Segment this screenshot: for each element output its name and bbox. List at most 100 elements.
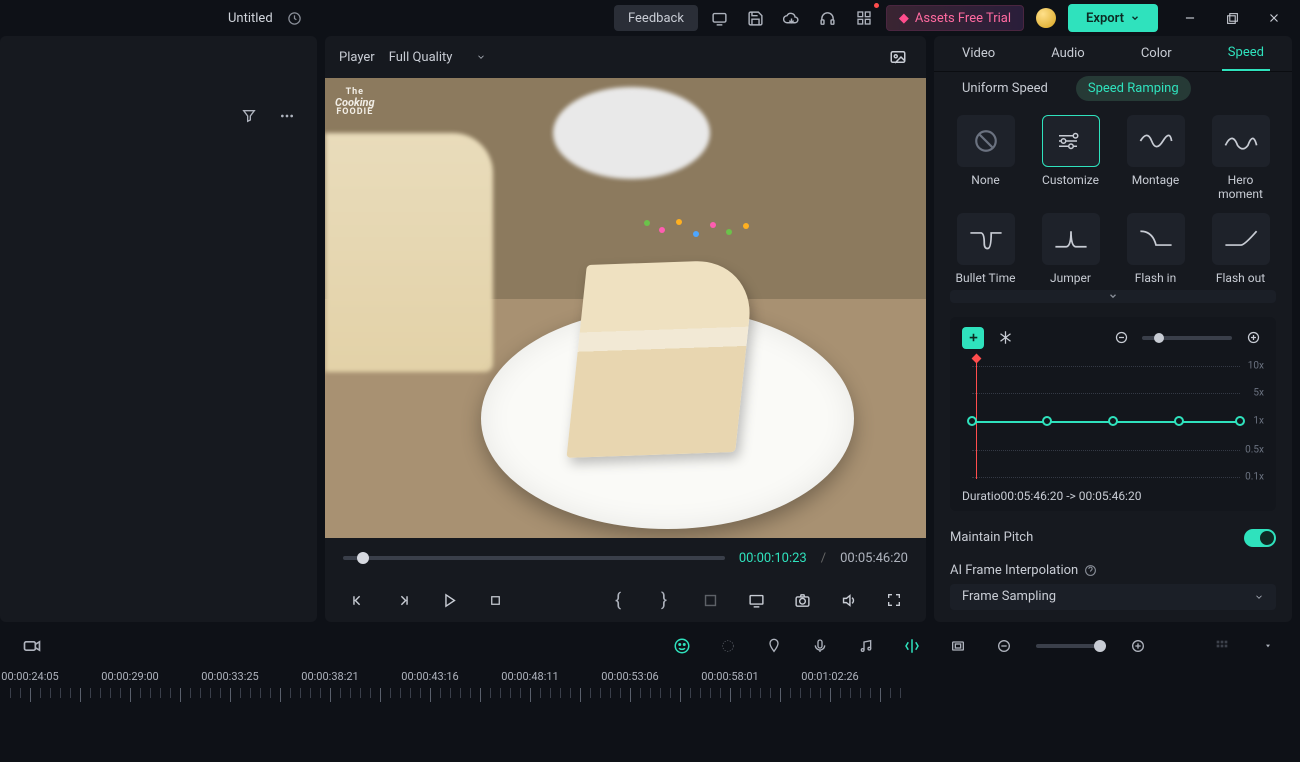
preset-label: Jumper [1050,271,1091,285]
chevron-down-icon [1254,592,1264,602]
zoom-in-timeline-button[interactable] [1124,632,1152,660]
cloud-icon[interactable] [778,4,806,32]
globe-icon[interactable] [1032,4,1060,32]
zoom-out-graph-button[interactable] [1110,327,1132,349]
timestamp: 00:00:43:16 [401,670,458,683]
crop-icon[interactable] [696,586,724,614]
marker-icon[interactable] [760,632,788,660]
mark-out-icon[interactable]: } [650,586,678,614]
preset-label: Flash out [1216,271,1265,285]
timestamp: 00:00:58:01 [701,670,758,683]
stop-button[interactable] [481,586,509,614]
project-title: Untitled [228,11,273,26]
help-icon[interactable] [1084,564,1097,577]
save-icon[interactable] [742,4,770,32]
freeze-frame-button[interactable] [994,327,1016,349]
preset-flash-out[interactable]: Flash out [1205,213,1276,285]
maintain-pitch-label: Maintain Pitch [950,530,1033,545]
tab-audio[interactable]: Audio [1045,36,1090,71]
player-label: Player [339,50,375,65]
preset-label: None [971,173,999,187]
mic-icon[interactable] [806,632,834,660]
ai-face-icon[interactable] [668,632,696,660]
timestamp: 00:00:24:05 [1,670,58,683]
zoom-in-graph-button[interactable] [1242,327,1264,349]
audio-track-icon[interactable] [852,632,880,660]
timestamp: 00:01:02:26 [801,670,858,683]
add-keyframe-button[interactable] [962,327,984,349]
timestamp: 00:00:53:06 [601,670,658,683]
feedback-button[interactable]: Feedback [614,5,698,31]
interpolation-value: Frame Sampling [962,589,1056,604]
quality-value: Full Quality [389,50,453,65]
preset-customize[interactable]: Customize [1035,115,1106,202]
quality-select[interactable]: Full Quality [389,50,487,65]
screen-icon[interactable] [706,4,734,32]
preset-jumper[interactable]: Jumper [1035,213,1106,285]
zoom-out-timeline-button[interactable] [990,632,1018,660]
timestamp: 00:00:33:25 [201,670,258,683]
timeline-ruler[interactable]: 00:00:24:05 00:00:29:00 00:00:33:25 00:00:3… [0,670,1300,704]
minimize-icon[interactable] [1176,4,1204,32]
prev-frame-button[interactable] [343,586,371,614]
assets-trial-button[interactable]: ◆ Assets Free Trial [886,5,1024,31]
total-time: 00:05:46:20 [840,551,908,566]
next-frame-button[interactable] [389,586,417,614]
headphones-icon[interactable] [814,4,842,32]
timestamp: 00:00:48:11 [501,670,558,683]
preset-label: Bullet Time [956,271,1016,285]
camera-icon[interactable] [788,586,816,614]
tab-video[interactable]: Video [956,36,1001,71]
time-separator: / [821,551,826,566]
export-button[interactable]: Export [1068,4,1158,32]
history-icon[interactable] [281,4,309,32]
progress-slider[interactable] [343,556,725,560]
fullscreen-icon[interactable] [880,586,908,614]
ai-interpolation-label: AI Frame Interpolation [950,563,1078,578]
play-button[interactable] [435,586,463,614]
subtab-uniform-speed[interactable]: Uniform Speed [950,76,1060,101]
crop-timeline-icon[interactable] [944,632,972,660]
preset-label: Montage [1132,173,1180,187]
interpolation-select[interactable]: Frame Sampling [950,584,1276,610]
video-preview[interactable]: The Cooking FOODIE [325,78,926,538]
timeline-options-icon[interactable] [1254,632,1282,660]
preset-none[interactable]: None [950,115,1021,202]
apps-icon[interactable] [850,4,878,32]
preview-watermark: The Cooking FOODIE [335,88,375,117]
split-icon[interactable] [898,632,926,660]
media-panel [0,36,317,622]
preset-bullet-time[interactable]: Bullet Time [950,213,1021,285]
preset-hero-moment[interactable]: Hero moment [1205,115,1276,202]
expand-presets[interactable] [950,290,1276,303]
assets-trial-label: Assets Free Trial [915,11,1011,26]
timeline-zoom-slider[interactable] [1036,644,1106,648]
close-icon[interactable] [1260,4,1288,32]
maximize-icon[interactable] [1218,4,1246,32]
gem-icon: ◆ [899,11,909,26]
grid-view-icon[interactable] [1208,632,1236,660]
tab-speed[interactable]: Speed [1222,36,1270,71]
subtab-speed-ramping[interactable]: Speed Ramping [1076,76,1191,101]
tab-color[interactable]: Color [1135,36,1178,71]
snapshot-image-icon[interactable] [884,43,912,71]
speed-graph[interactable]: 10x 5x 1x 0.5x 0.1x [962,359,1264,479]
timestamp: 00:00:29:00 [101,670,158,683]
more-icon[interactable] [273,102,301,130]
preset-label: Flash in [1135,271,1176,285]
current-time: 00:00:10:23 [739,551,807,566]
camera-track-icon[interactable] [18,632,46,660]
volume-icon[interactable] [834,586,862,614]
graph-zoom-slider[interactable] [1142,336,1232,340]
filter-icon[interactable] [235,102,263,130]
duration-text: Duratio00:05:46:20 -> 00:05:46:20 [962,489,1264,503]
display-icon[interactable] [742,586,770,614]
export-label: Export [1086,11,1124,26]
timestamp: 00:00:38:21 [301,670,358,683]
preset-flash-in[interactable]: Flash in [1120,213,1191,285]
inspector-tabs: Video Audio Color Speed [934,36,1292,72]
mark-in-icon[interactable]: { [604,586,632,614]
sparkle-icon[interactable] [714,632,742,660]
maintain-pitch-toggle[interactable] [1244,529,1276,547]
preset-montage[interactable]: Montage [1120,115,1191,202]
